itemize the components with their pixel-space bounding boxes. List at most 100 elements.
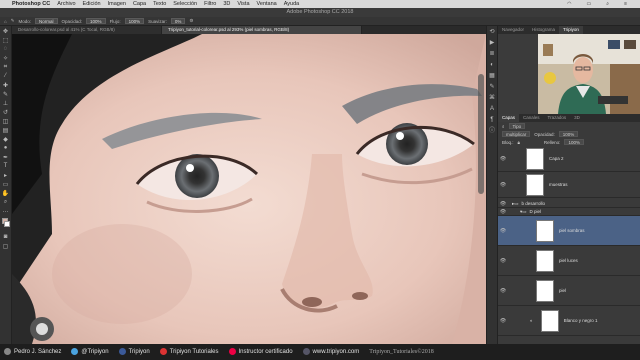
layer-name: muestras	[549, 182, 568, 187]
menu-vista[interactable]: Vista	[237, 0, 249, 8]
tab-navegador[interactable]: Navegador	[498, 26, 528, 34]
layer-thumbnail	[536, 279, 554, 302]
visibility-eye-icon[interactable]: 👁︎	[498, 288, 508, 294]
layer-row[interactable]: 👁︎ piel luces	[498, 246, 640, 276]
tab-desarrollo[interactable]: Desarrollo-colorear.psd al 41% (C Tocal,…	[12, 26, 162, 34]
menu-capa[interactable]: Capa	[133, 0, 146, 8]
menu-imagen[interactable]: Imagen	[108, 0, 126, 8]
eraser-tool-icon[interactable]: ◫	[2, 117, 10, 125]
pen-tool-icon[interactable]: ✒	[2, 153, 10, 161]
document-canvas[interactable]	[12, 34, 486, 344]
tab-canales[interactable]: Canales	[519, 114, 544, 122]
marquee-tool-icon[interactable]: ⬚	[2, 36, 10, 44]
hand-tool-icon[interactable]: ✋	[2, 189, 10, 197]
history-brush-icon[interactable]: ↺	[2, 108, 10, 116]
tab-capas[interactable]: Capas	[498, 114, 520, 122]
tab-tripiyon[interactable]: Tripiyon	[559, 26, 583, 34]
adjustment-icon: ◐	[530, 318, 533, 323]
swatches-panel-icon[interactable]: ▦	[488, 72, 496, 81]
mode-select[interactable]: Normal	[35, 18, 58, 24]
path-select-icon[interactable]: ▸	[2, 171, 10, 179]
menu-edicion[interactable]: Edición	[83, 0, 101, 8]
user-icon	[4, 348, 11, 356]
eyedropper-icon[interactable]: ⁄	[2, 72, 10, 80]
layer-row-selected[interactable]: 👁︎ piel sombras	[498, 216, 640, 246]
flow-label: Flujo:	[109, 18, 121, 24]
adjustments-panel-icon[interactable]: ◐	[488, 61, 496, 70]
layer-row[interactable]: 👁︎ ◐ Blanco y negro 1	[498, 306, 640, 336]
group-name: D piel	[529, 209, 542, 214]
zoom-tool-icon[interactable]: ⌕	[2, 198, 10, 206]
opacity-field[interactable]: 100%	[86, 18, 106, 24]
visibility-eye-icon[interactable]: 👁︎	[498, 209, 508, 215]
menu-list-icon[interactable]: ≡	[624, 0, 627, 8]
stamp-tool-icon[interactable]: ⊥	[2, 99, 10, 107]
visibility-eye-icon[interactable]: 👁︎	[498, 182, 508, 188]
move-tool-icon[interactable]: ✥	[2, 27, 10, 35]
menu-ayuda[interactable]: Ayuda	[284, 0, 300, 8]
blend-mode-select[interactable]: multiplicar	[502, 131, 531, 137]
layer-name: piel	[559, 288, 567, 293]
color-swatches[interactable]	[0, 218, 11, 232]
layer-name: Blanco y negro 1	[563, 318, 598, 323]
menu-texto[interactable]: Texto	[153, 0, 166, 8]
layer-filter-select[interactable]: Tipo	[508, 123, 526, 129]
visibility-eye-icon[interactable]: 👁︎	[498, 258, 508, 264]
brush-preset-icon[interactable]: ✎	[11, 18, 15, 24]
tab-3d[interactable]: 3D	[570, 114, 584, 122]
properties-panel-icon[interactable]: ≣	[488, 50, 496, 59]
fill-field[interactable]: 100%	[564, 139, 584, 145]
quick-mask-icon[interactable]: ◙	[2, 233, 10, 241]
battery-icon[interactable]: ▭	[587, 0, 592, 8]
lock-row: Bloq.: 🔒︎ Relleno: 100%	[498, 138, 640, 146]
healing-brush-icon[interactable]: ✚	[2, 81, 10, 89]
group-row[interactable]: 👁︎ ▾▭ D piel	[498, 208, 640, 216]
menu-archivo[interactable]: Archivo	[57, 0, 75, 8]
menu-filtro[interactable]: Filtro	[204, 0, 216, 8]
lock-icon[interactable]: 🔒︎	[518, 140, 520, 145]
menu-seleccion[interactable]: Selección	[173, 0, 197, 8]
type-tool-icon[interactable]: T	[2, 162, 10, 170]
layer-row[interactable]: 👁︎ muestras	[498, 172, 640, 198]
credit-website: www.tripiyon.com	[302, 348, 359, 356]
tab-trazados[interactable]: Trazados	[544, 114, 571, 122]
more-tools-icon[interactable]: …	[2, 207, 10, 215]
wifi-icon[interactable]: ◠	[567, 0, 571, 8]
tab-histograma[interactable]: Histograma	[528, 26, 559, 34]
visibility-eye-icon[interactable]: 👁︎	[498, 156, 508, 162]
dodge-tool-icon[interactable]: ●	[2, 144, 10, 152]
menu-ventana[interactable]: Ventana	[257, 0, 277, 8]
visibility-eye-icon[interactable]: 👁︎	[498, 318, 508, 324]
layer-mask-thumbnail	[540, 309, 559, 332]
character-panel-icon[interactable]: A	[488, 105, 496, 114]
app-name[interactable]: Photoshop CC	[12, 0, 50, 8]
smooth-field[interactable]: 0%	[170, 18, 186, 24]
tab-tutorial[interactable]: Tripiyon_tutorial-colorear.psd al 293% (…	[162, 26, 362, 34]
actions-panel-icon[interactable]: ▶	[488, 39, 496, 48]
history-panel-icon[interactable]: ⟲	[488, 28, 496, 37]
flow-field[interactable]: 100%	[124, 18, 145, 24]
gradient-tool-icon[interactable]: ▤	[2, 126, 10, 134]
lasso-tool-icon[interactable]: ◌	[2, 45, 10, 53]
navigator-tabs: Navegador Histograma Tripiyon	[498, 26, 640, 34]
paragraph-panel-icon[interactable]: ¶	[488, 116, 496, 125]
crop-tool-icon[interactable]: ⌗	[2, 63, 10, 71]
group-row[interactable]: 👁︎ ▸▭ b desarrollo	[498, 200, 640, 208]
home-icon[interactable]: ⌂	[4, 19, 7, 24]
visibility-eye-icon[interactable]: 👁︎	[498, 201, 508, 207]
quick-select-icon[interactable]: ✧	[2, 54, 10, 62]
settings-gear-icon[interactable]: ⚙	[189, 18, 193, 24]
menu-3d[interactable]: 3D	[223, 0, 230, 8]
info-panel-icon[interactable]: ⓘ	[488, 127, 496, 136]
blur-tool-icon[interactable]: ◆	[2, 135, 10, 143]
brush-settings-icon[interactable]: ✎	[488, 83, 496, 92]
visibility-eye-icon[interactable]: 👁︎	[498, 228, 508, 234]
brush-tool-icon[interactable]: ✎	[2, 90, 10, 98]
search-icon[interactable]: ⌕	[606, 0, 609, 8]
layer-row[interactable]: 👁︎ Capa 2	[498, 146, 640, 172]
screen-mode-icon[interactable]: ▢	[2, 242, 10, 250]
shape-tool-icon[interactable]: ▭	[2, 180, 10, 188]
layer-opacity-field[interactable]: 100%	[558, 131, 579, 137]
layer-row[interactable]: 👁︎ piel	[498, 276, 640, 306]
paths-panel-icon[interactable]: ⌘	[488, 94, 496, 103]
